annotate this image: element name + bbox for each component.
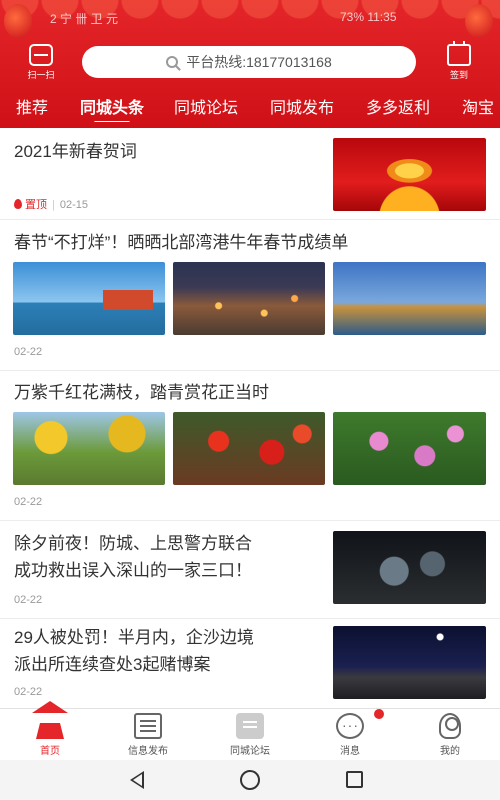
- news-date: 02-22: [14, 346, 43, 358]
- news-item[interactable]: 春节“不打烊”！晒晒北部湾港牛年春节成绩单 02-22: [0, 220, 500, 371]
- app-header: 2 宁 卌 卫 元 73% 11:35 扫一扫 平台热线:18177013168…: [0, 0, 500, 128]
- search-bar[interactable]: 平台热线:18177013168: [82, 46, 416, 78]
- news-date: 02-22: [14, 496, 43, 508]
- news-item[interactable]: 万紫千红花满枝，踏青赏花正当时 02-22: [0, 371, 500, 521]
- status-bar: 2 宁 卌 卫 元 73% 11:35: [0, 8, 500, 28]
- news-thumbnail: [333, 262, 486, 335]
- back-icon[interactable]: [130, 771, 144, 789]
- news-thumbnail: [173, 412, 325, 485]
- status-left-text: 2 宁 卌 卫 元: [50, 12, 119, 26]
- scan-icon: [29, 44, 53, 66]
- news-title: 2021年新春贺词: [14, 142, 137, 161]
- news-meta: 置顶 | 02-15: [14, 196, 88, 212]
- news-thumbnail: [173, 262, 325, 335]
- profile-icon: [439, 713, 461, 739]
- news-title-line: 成功救出误入深山的一家三口！: [14, 561, 252, 580]
- news-title-line: 29人被处罚！半月内，企沙边境: [14, 628, 254, 647]
- fire-icon: [14, 199, 22, 209]
- nav-forum[interactable]: 同城论坛: [210, 713, 290, 757]
- nav-publish[interactable]: 信息发布: [108, 713, 188, 757]
- news-title-line: 派出所连续查处3起赌博案: [14, 655, 211, 674]
- news-icon: [134, 713, 162, 739]
- news-title: 除夕前夜！防城、上思警方联合 成功救出误入深山的一家三口！: [14, 530, 324, 584]
- nav-forum-label: 同城论坛: [230, 746, 270, 757]
- news-thumbnail: [333, 531, 486, 604]
- tab-local-forum[interactable]: 同城论坛: [174, 94, 238, 118]
- search-icon: [166, 56, 179, 68]
- forum-icon: [236, 713, 264, 739]
- news-item[interactable]: 除夕前夜！防城、上思警方联合 成功救出误入深山的一家三口！ 02-22: [0, 521, 500, 619]
- news-item[interactable]: 29人被处罚！半月内，企沙边境 派出所连续查处3起赌博案 02-22: [0, 619, 500, 708]
- checkin-label: 签到: [449, 70, 468, 80]
- news-thumbnail: [333, 626, 486, 699]
- unread-badge: [374, 709, 384, 719]
- bottom-navigation: 首页 信息发布 同城论坛 消息 我的: [0, 701, 500, 760]
- recent-apps-icon[interactable]: [346, 771, 363, 788]
- message-icon: [336, 709, 384, 739]
- news-thumbnail: [333, 138, 486, 211]
- nav-profile-label: 我的: [440, 746, 460, 757]
- news-date: 02-22: [14, 686, 43, 698]
- news-title-line: 除夕前夜！防城、上思警方联合: [14, 534, 252, 553]
- checkin-button[interactable]: 签到: [436, 41, 482, 84]
- scan-label: 扫一扫: [27, 70, 55, 80]
- home-icon: [32, 701, 68, 739]
- news-item[interactable]: 2021年新春贺词 置顶 | 02-15: [0, 128, 500, 220]
- tab-recommend[interactable]: 推荐: [16, 94, 48, 118]
- news-title: 春节“不打烊”！晒晒北部湾港牛年春节成绩单: [14, 233, 349, 252]
- tab-taobao[interactable]: 淘宝: [462, 94, 494, 118]
- news-date: 02-15: [59, 199, 88, 211]
- news-title: 29人被处罚！半月内，企沙边境 派出所连续查处3起赌博案: [14, 624, 324, 678]
- nav-publish-label: 信息发布: [128, 746, 168, 757]
- calendar-icon: [447, 41, 471, 66]
- news-thumbnail: [13, 412, 165, 485]
- news-thumbnail: [13, 262, 165, 335]
- news-date: 02-22: [14, 594, 43, 606]
- nav-messages-label: 消息: [340, 746, 360, 757]
- home-circle-icon[interactable]: [240, 770, 260, 790]
- news-title: 万紫千红花满枝，踏青赏花正当时: [14, 383, 269, 402]
- scan-button[interactable]: 扫一扫: [18, 44, 64, 84]
- tab-local-headlines[interactable]: 同城头条: [80, 94, 144, 122]
- nav-home-label: 首页: [40, 746, 60, 757]
- system-navigation-bar: [0, 760, 500, 800]
- news-thumbnail: [333, 412, 486, 485]
- nav-messages[interactable]: 消息: [310, 709, 390, 757]
- status-right-text: 73% 11:35: [340, 10, 397, 24]
- pinned-tag: 置顶: [25, 199, 47, 211]
- tab-local-publish[interactable]: 同城发布: [270, 94, 334, 118]
- tab-rebate[interactable]: 多多返利: [366, 94, 430, 118]
- news-feed[interactable]: 2021年新春贺词 置顶 | 02-15 春节“不打烊”！晒晒北部湾港牛年春节成绩单…: [0, 128, 500, 708]
- nav-home[interactable]: 首页: [10, 701, 90, 757]
- search-placeholder: 平台热线:18177013168: [186, 54, 332, 70]
- category-tabs: 推荐 同城头条 同城论坛 同城发布 多多返利 淘宝: [0, 92, 500, 122]
- nav-profile[interactable]: 我的: [410, 713, 490, 757]
